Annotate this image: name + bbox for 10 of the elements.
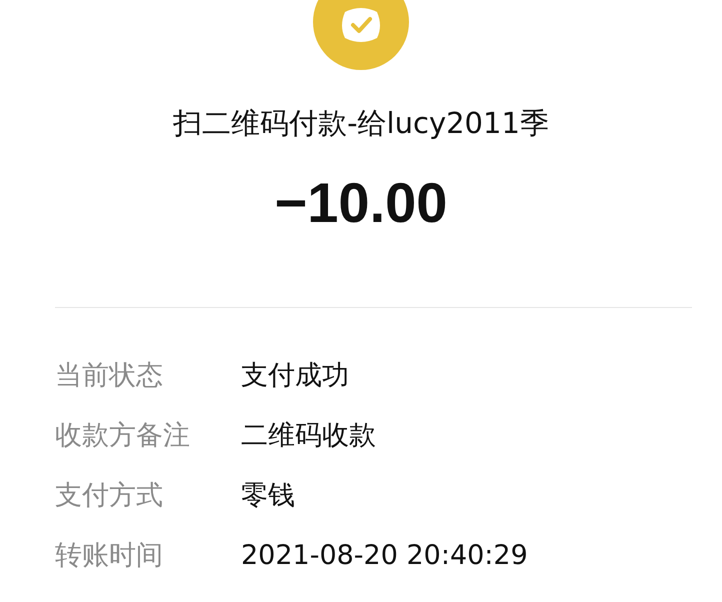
payment-title: 扫二维码付款-给lucy2011季: [173, 105, 549, 142]
payment-amount: −10.00: [274, 170, 448, 235]
detail-value: 支付成功: [241, 359, 349, 393]
detail-label: 转账时间: [55, 539, 164, 573]
detail-value: 零钱: [241, 479, 295, 513]
detail-value: 2021-08-20 20:40:29: [241, 540, 528, 570]
detail-label: 收款方备注: [55, 419, 191, 453]
detail-label: 当前状态: [55, 359, 164, 393]
detail-value: 二维码收款: [241, 419, 376, 453]
detail-label: 支付方式: [55, 479, 164, 513]
